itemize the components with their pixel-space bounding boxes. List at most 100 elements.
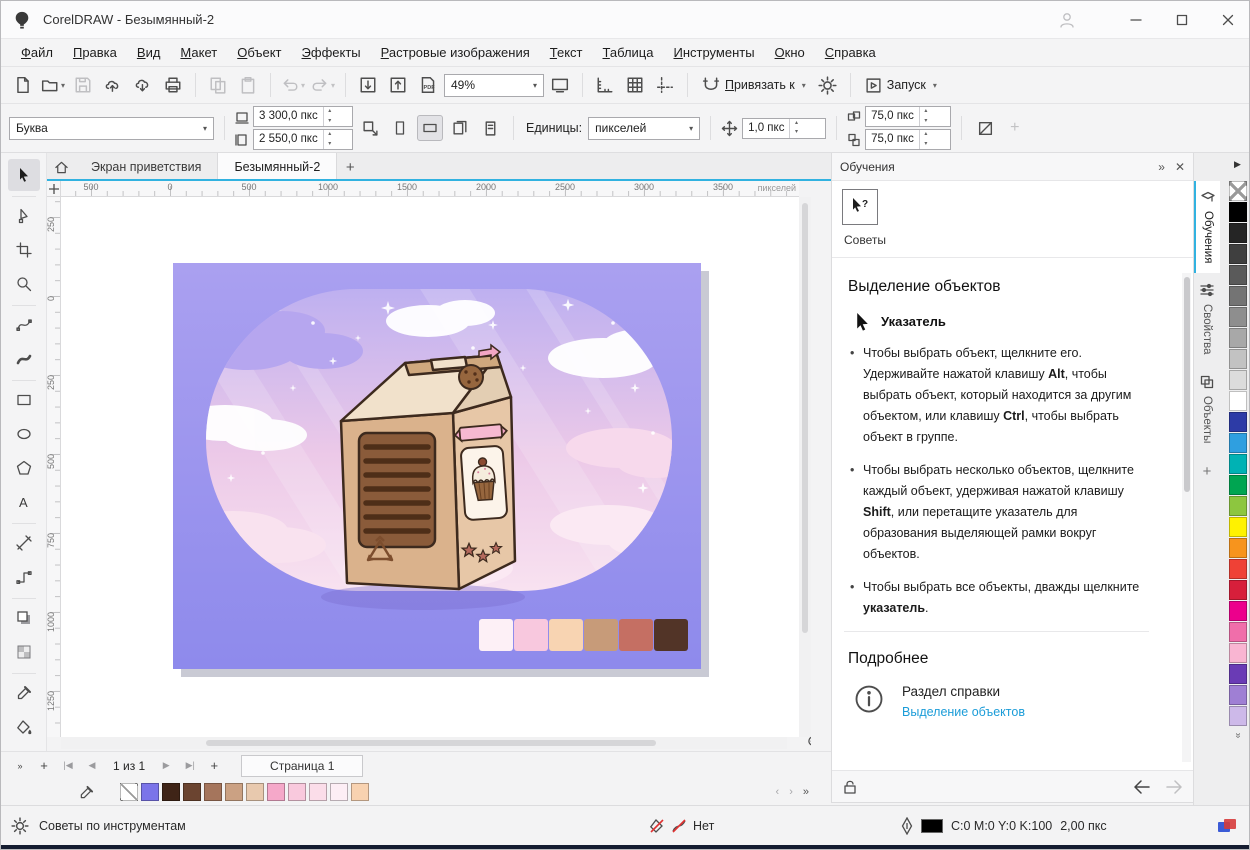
horizontal-ruler[interactable]: пикселей5000500100015002000250030003500 — [61, 181, 799, 197]
document-palette-swatch[interactable] — [267, 783, 285, 801]
minimize-button[interactable] — [1113, 1, 1159, 38]
palette-swatch[interactable] — [1229, 706, 1247, 726]
page-height-field[interactable]: 2 550,0 пкс▴▾ — [253, 129, 353, 150]
duplicate-x-field[interactable]: 75,0 пкс▴▾ — [865, 106, 951, 127]
palette-swatch[interactable] — [1229, 580, 1247, 600]
artwork-swatch[interactable] — [584, 619, 618, 651]
show-guidelines-toggle[interactable] — [651, 71, 679, 99]
palette-scroll-left-icon[interactable]: ‹ — [776, 786, 780, 798]
snap-to-button[interactable]: Привязать к ▾ — [696, 71, 812, 99]
vertical-ruler[interactable]: 250025050075010001250 — [47, 197, 61, 737]
last-page-button[interactable]: ▶| — [179, 760, 201, 771]
dimension-tool[interactable] — [8, 527, 40, 559]
menu-item[interactable]: Объект — [227, 39, 291, 66]
tab-objects[interactable]: Объекты — [1194, 365, 1220, 453]
menu-item[interactable]: Растровые изображения — [371, 39, 540, 66]
palette-flyout-icon[interactable]: » — [1233, 727, 1244, 745]
redo-button[interactable]: ▾ — [309, 71, 337, 99]
customize-plus-button[interactable]: + — [1002, 119, 1027, 137]
landscape-button[interactable] — [417, 115, 443, 141]
help-link[interactable]: Выделение объектов — [902, 705, 1025, 719]
transparency-tool[interactable] — [8, 636, 40, 668]
portrait-button[interactable] — [387, 115, 413, 141]
palette-swatch[interactable] — [1229, 370, 1247, 390]
fullscreen-preview-button[interactable] — [546, 71, 574, 99]
document-palette-swatch[interactable] — [288, 783, 306, 801]
horizontal-scrollbar[interactable] — [61, 737, 787, 749]
collapse-docker-icon[interactable]: » — [1158, 160, 1165, 174]
palette-swatch[interactable] — [1229, 643, 1247, 663]
scrollbar-thumb[interactable] — [802, 203, 808, 633]
palette-swatch[interactable] — [1229, 349, 1247, 369]
back-arrow-icon[interactable] — [1133, 780, 1151, 794]
artwork-swatch[interactable] — [654, 619, 688, 651]
outline-none-icon[interactable] — [671, 818, 687, 834]
lock-icon[interactable] — [842, 779, 858, 795]
document-palette-swatch[interactable] — [246, 783, 264, 801]
undo-button[interactable]: ▾ — [279, 71, 307, 99]
cloud-download-icon[interactable] — [129, 71, 157, 99]
tab-properties[interactable]: Свойства — [1194, 273, 1220, 365]
close-button[interactable] — [1205, 1, 1250, 38]
document-palette-swatch[interactable] — [183, 783, 201, 801]
palette-swatch[interactable] — [1229, 412, 1247, 432]
close-docker-icon[interactable]: ✕ — [1175, 160, 1185, 174]
vertical-scrollbar[interactable] — [799, 197, 811, 737]
docker-scrollbar[interactable] — [1182, 273, 1191, 762]
document-palette-swatch[interactable] — [351, 783, 369, 801]
document-palette-swatch[interactable] — [309, 783, 327, 801]
pick-tool[interactable] — [8, 159, 40, 191]
artwork-swatch[interactable] — [549, 619, 583, 651]
palette-eyedropper-icon[interactable] — [79, 785, 94, 800]
document-palette-swatch[interactable] — [120, 783, 138, 801]
tab-welcome-screen[interactable]: Экран приветствия — [75, 153, 217, 181]
palette-swatch[interactable] — [1229, 685, 1247, 705]
canvas[interactable] — [61, 197, 799, 737]
spinner[interactable]: ▴▾ — [323, 130, 336, 149]
scrollbar-thumb[interactable] — [206, 740, 656, 746]
add-page-button[interactable]: + — [33, 758, 55, 773]
expand-docker-icon[interactable]: ▶ — [1234, 159, 1241, 170]
palette-swatch[interactable] — [1229, 244, 1247, 264]
menu-item[interactable]: Инструменты — [663, 39, 764, 66]
add-docker-button[interactable]: + — [1194, 453, 1220, 490]
hints-pointer-button[interactable]: ? — [842, 189, 878, 225]
open-document-button[interactable]: ▾ — [39, 71, 67, 99]
palette-swatch[interactable] — [1229, 496, 1247, 516]
connector-tool[interactable] — [8, 561, 40, 593]
menu-item[interactable]: Файл — [11, 39, 63, 66]
document-palette-swatch[interactable] — [330, 783, 348, 801]
palette-swatch[interactable] — [1229, 454, 1247, 474]
ellipse-tool[interactable] — [8, 418, 40, 450]
palette-swatch[interactable] — [1229, 391, 1247, 411]
artistic-media-tool[interactable] — [8, 343, 40, 375]
maximize-button[interactable] — [1159, 1, 1205, 38]
palette-expander-icon[interactable]: » — [803, 786, 809, 798]
spinner[interactable]: ▴▾ — [919, 107, 932, 126]
artwork-swatch[interactable] — [479, 619, 513, 651]
palette-swatch[interactable] — [1229, 433, 1247, 453]
menu-item[interactable]: Правка — [63, 39, 127, 66]
artwork-swatch[interactable] — [514, 619, 548, 651]
scrollbar-thumb[interactable] — [1184, 277, 1190, 492]
save-button[interactable] — [69, 71, 97, 99]
spinner[interactable]: ▴▾ — [919, 130, 932, 149]
copy-button[interactable] — [204, 71, 232, 99]
new-tab-button[interactable]: + — [337, 153, 363, 181]
menu-item[interactable]: Таблица — [593, 39, 664, 66]
palette-swatch[interactable] — [1229, 202, 1247, 222]
zoom-tool[interactable] — [8, 268, 40, 300]
menu-item[interactable]: Окно — [765, 39, 815, 66]
palette-swatch[interactable] — [1229, 265, 1247, 285]
spinner[interactable]: ▴▾ — [323, 107, 336, 126]
page-size-combo[interactable]: Буква▾ — [9, 117, 214, 140]
text-tool[interactable]: A — [8, 486, 40, 518]
launch-button[interactable]: Запуск ▾ — [859, 71, 943, 99]
options-gear-icon[interactable] — [814, 71, 842, 99]
menu-item[interactable]: Макет — [170, 39, 227, 66]
tab-learning[interactable]: Обучения — [1194, 181, 1220, 273]
print-button[interactable] — [159, 71, 187, 99]
document-palette-swatch[interactable] — [225, 783, 243, 801]
new-document-button[interactable] — [9, 71, 37, 99]
import-button[interactable] — [354, 71, 382, 99]
